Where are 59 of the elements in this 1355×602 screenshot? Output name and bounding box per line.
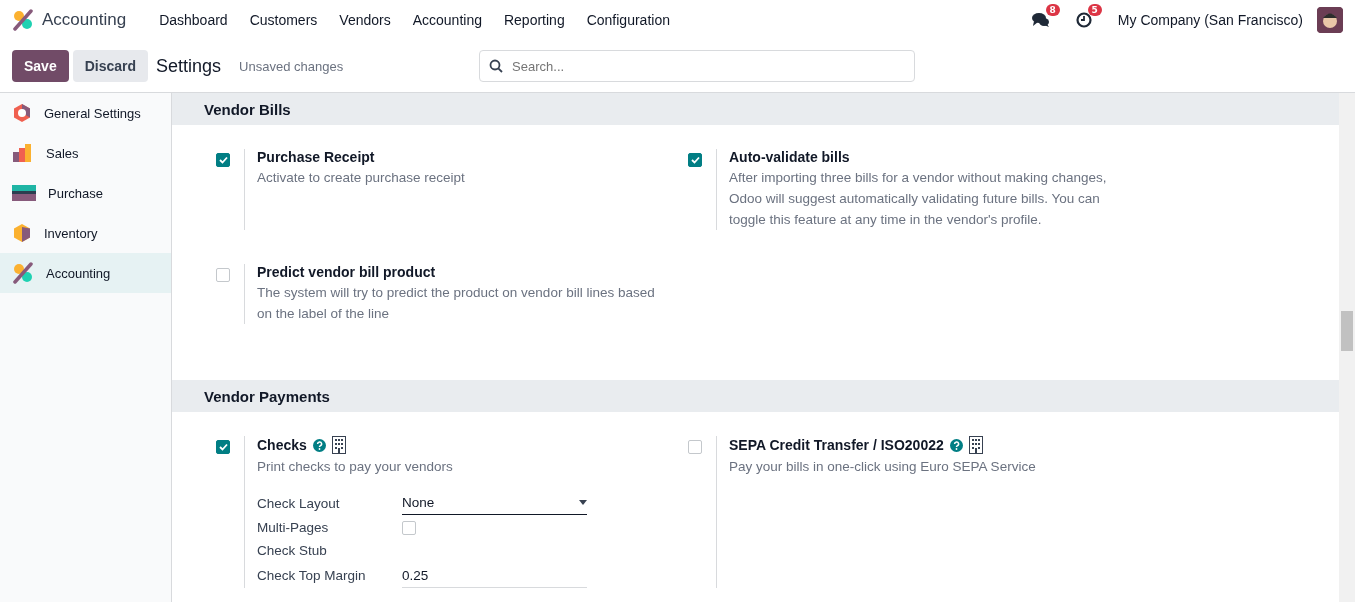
company-switcher[interactable]: My Company (San Francisco) [1117,12,1303,28]
checkbox[interactable] [688,440,702,454]
menu-item[interactable]: Dashboard [148,12,239,28]
building-icon [968,436,983,454]
setting-title: Predict vendor bill product [257,264,436,280]
checkbox[interactable] [216,440,230,454]
sidebar-item[interactable]: Sales [0,133,171,173]
setting-description: Print checks to pay your vendors [257,458,454,476]
search-icon [489,59,504,73]
setting-title: Auto-validate bills [729,149,850,165]
search-field[interactable]: Search... [479,50,916,82]
help-icon[interactable] [949,438,963,452]
avatar[interactable] [1317,7,1343,33]
setting-title: SEPA Credit Transfer / ISO20022 [729,437,944,453]
menu-item[interactable]: Customers [238,12,329,28]
app-name[interactable]: Accounting [42,10,127,30]
discard-button[interactable]: Discard [72,50,149,82]
section-title: Vendor Bills [204,100,291,118]
notification-badge: 8 [1045,4,1060,16]
chat-icon[interactable] [1031,12,1050,28]
bar-chart-icon [12,143,34,163]
cube-icon [12,223,32,243]
setting-title: Purchase Receipt [257,149,375,165]
setting-description: The system will try to predict the product on vendor bill lines based on the label of the line [257,284,656,323]
field-label: Check Top Margin [257,567,367,585]
checkbox[interactable] [688,153,702,167]
menu-item[interactable]: Reporting [492,12,576,28]
sidebar-item[interactable]: Purchase [0,173,171,213]
checkbox[interactable] [216,153,230,167]
notification-badge: 5 [1087,4,1102,16]
sidebar-item[interactable]: Inventory [0,213,171,253]
sidebar-item[interactable]: General Settings [0,93,171,133]
setting-title: Checks [257,437,307,453]
field-label: Check Stub [257,542,328,560]
setting-description: Activate to create purchase receipt [257,169,466,187]
caret-icon [579,500,587,505]
scrollbar[interactable] [1339,93,1355,602]
page-title: Settings [156,55,222,77]
section-title: Vendor Payments [204,387,330,405]
card-icon [12,185,36,201]
help-icon[interactable] [312,438,326,452]
checkbox[interactable] [216,268,230,282]
setting-description: After importing three bills for a vendor without making changes, Odoo will suggest automatically validating future bills. You can toggle this feature at any time in the vendor's profile. [729,169,1108,229]
building-icon [331,436,346,454]
unsaved-status: Unsaved changes [239,58,345,74]
accounting-logo-icon [12,262,34,284]
clock-icon[interactable] [1075,12,1092,28]
field-label: Multi-Pages [257,519,330,537]
menu-item[interactable]: Configuration [575,12,681,28]
save-button[interactable]: Save [12,50,69,82]
menu-item[interactable]: Accounting [401,12,493,28]
setting-description: Pay your bills in one-click using Euro SEPA Service [729,458,1037,476]
field-label: Check Layout [257,494,341,513]
checkbox[interactable] [402,520,416,535]
menu-item[interactable]: Vendors [328,12,402,28]
sidebar-item[interactable]: Accounting [0,253,171,293]
accounting-logo-icon [12,9,34,31]
layout-select[interactable]: None [402,491,587,515]
hexagon-icon [12,103,32,123]
